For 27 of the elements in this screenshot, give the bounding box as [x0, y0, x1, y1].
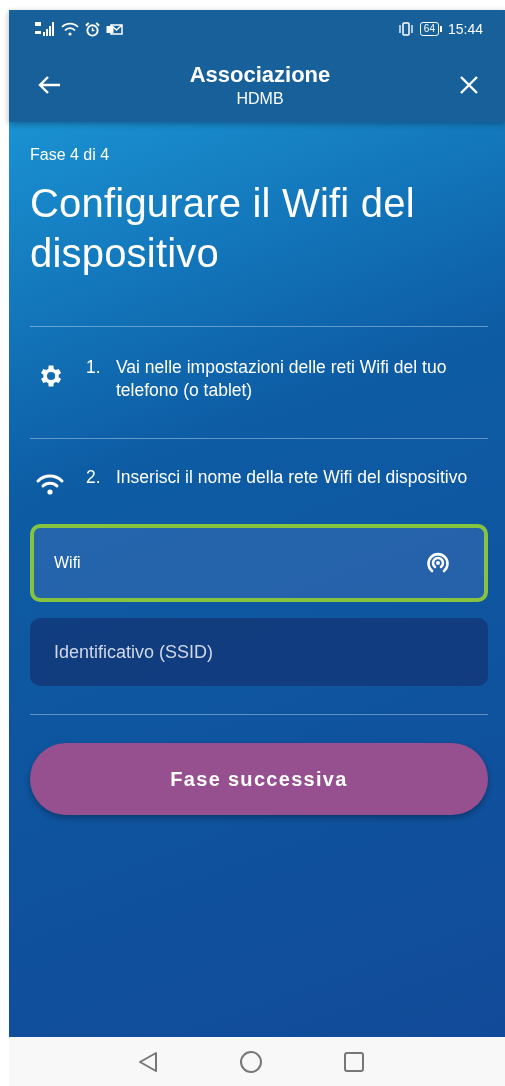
screen-title: Associazione: [189, 62, 331, 88]
wifi-icon: [35, 472, 65, 496]
page-heading: Configurare il Wifi del dispositivo: [30, 180, 416, 277]
close-button[interactable]: [459, 75, 479, 95]
ssid-input-field[interactable]: Identificativo (SSID): [30, 618, 488, 686]
battery-icon: 64: [419, 22, 442, 36]
step-number: 1.: [86, 356, 102, 379]
status-time: 15:44: [447, 21, 483, 37]
close-icon: [459, 75, 479, 95]
step-number: 2.: [86, 466, 102, 489]
back-button[interactable]: [37, 75, 61, 95]
next-step-button[interactable]: Fase successiva: [30, 743, 488, 815]
vibrate-icon: [397, 22, 414, 36]
mail-icon: [106, 22, 123, 36]
back-arrow-icon: [37, 75, 61, 95]
step-text: Vai nelle impostazioni delle reti Wifi del tuo telefono (o tablet): [116, 356, 448, 402]
screen-subtitle: HDMB: [236, 90, 284, 108]
wifi-select-field[interactable]: Wifi: [30, 524, 488, 602]
step-counter: Fase 4 di 4: [30, 146, 111, 164]
nav-home-button[interactable]: [240, 1050, 262, 1073]
broadcast-icon: [424, 551, 452, 575]
signal-icon: [35, 22, 55, 36]
nav-back-button[interactable]: [138, 1050, 158, 1073]
alarm-icon: [85, 21, 100, 37]
step-text: Inserisci il nome della rete Wifi del dispositivo: [116, 466, 469, 489]
wifi-icon: [61, 22, 79, 36]
nav-recents-button[interactable]: [344, 1051, 364, 1072]
